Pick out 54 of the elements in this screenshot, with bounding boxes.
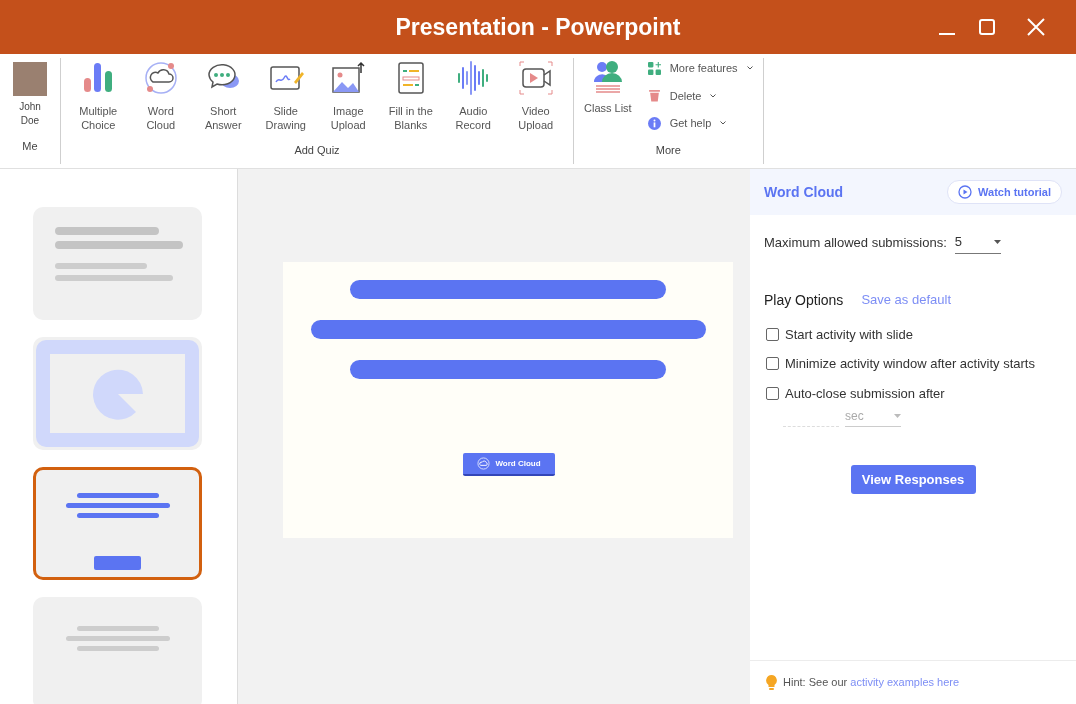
quiz-type-button[interactable]: Slide Drawing	[254, 58, 317, 132]
close-icon[interactable]	[1026, 17, 1046, 37]
quiz-type-button[interactable]: Fill in the Blanks	[379, 58, 442, 132]
group-label: Me	[22, 138, 38, 154]
cloud-icon	[142, 60, 179, 96]
submissions-dropdown[interactable]: 5	[954, 232, 1001, 254]
slide-thumbnail[interactable]	[33, 467, 202, 580]
ribbon-menu-item[interactable]: Get help	[647, 115, 753, 132]
section-heading: Play Options	[764, 290, 844, 310]
checkbox[interactable]	[766, 386, 779, 400]
dropdown-arrow-icon	[993, 239, 1001, 244]
quiz-type-button[interactable]: Video Upload	[504, 58, 567, 132]
cloud-icon	[477, 457, 491, 470]
option-label: Auto-close submission after	[785, 384, 945, 403]
checkbox[interactable]	[766, 327, 779, 341]
people-list-icon	[592, 60, 623, 94]
class-list-button[interactable]: Class List	[584, 58, 632, 132]
trash-icon	[647, 89, 661, 103]
word-cloud-button[interactable]: Word Cloud	[463, 453, 555, 476]
button-placeholder	[94, 556, 141, 570]
panel-title: Word Cloud	[764, 182, 844, 202]
info-icon	[647, 116, 661, 130]
checkbox[interactable]	[766, 357, 779, 371]
watch-tutorial-button[interactable]: Watch tutorial	[947, 180, 1062, 204]
image-upload-icon	[330, 60, 367, 96]
group-label: More	[655, 142, 681, 158]
maximize-icon[interactable]	[978, 18, 996, 36]
chevron-down-icon	[710, 93, 717, 98]
ribbon-menu-item[interactable]: More features	[647, 60, 753, 77]
chevron-down-icon	[720, 121, 727, 126]
quiz-type-button[interactable]: Audio Record	[442, 58, 505, 132]
field-label: Maximum allowed submissions:	[764, 234, 947, 252]
play-icon	[958, 185, 973, 199]
quiz-type-button[interactable]: Word Cloud	[129, 58, 192, 132]
window-title: Presentation - Powerpoint	[395, 12, 681, 42]
option-label: Minimize activity window after activity starts	[785, 355, 1035, 373]
slide-thumbnail[interactable]	[33, 597, 202, 704]
quiz-type-button[interactable]: Short Answer	[192, 58, 255, 132]
chevron-down-icon	[746, 66, 753, 71]
grid-plus-icon	[647, 61, 661, 75]
lightbulb-icon	[766, 675, 777, 690]
group-label: Add Quiz	[294, 142, 340, 158]
view-responses-button[interactable]: View Responses	[850, 465, 976, 494]
quiz-type-button[interactable]: Image Upload	[317, 58, 380, 132]
slide-thumbnail[interactable]	[33, 337, 202, 450]
dropdown-arrow-icon	[894, 414, 901, 418]
option-label: Start activity with slide	[785, 325, 913, 344]
ribbon-menu-item[interactable]: Delete	[647, 87, 753, 104]
hint-text: Hint: See our activity examples here	[783, 675, 960, 691]
user-name: John Doe	[18, 100, 42, 128]
avatar-photo	[13, 62, 47, 96]
slide-thumbnail[interactable]	[33, 207, 202, 320]
video-camera-icon	[517, 60, 554, 96]
quiz-type-button[interactable]: Multiple Choice	[67, 58, 130, 132]
